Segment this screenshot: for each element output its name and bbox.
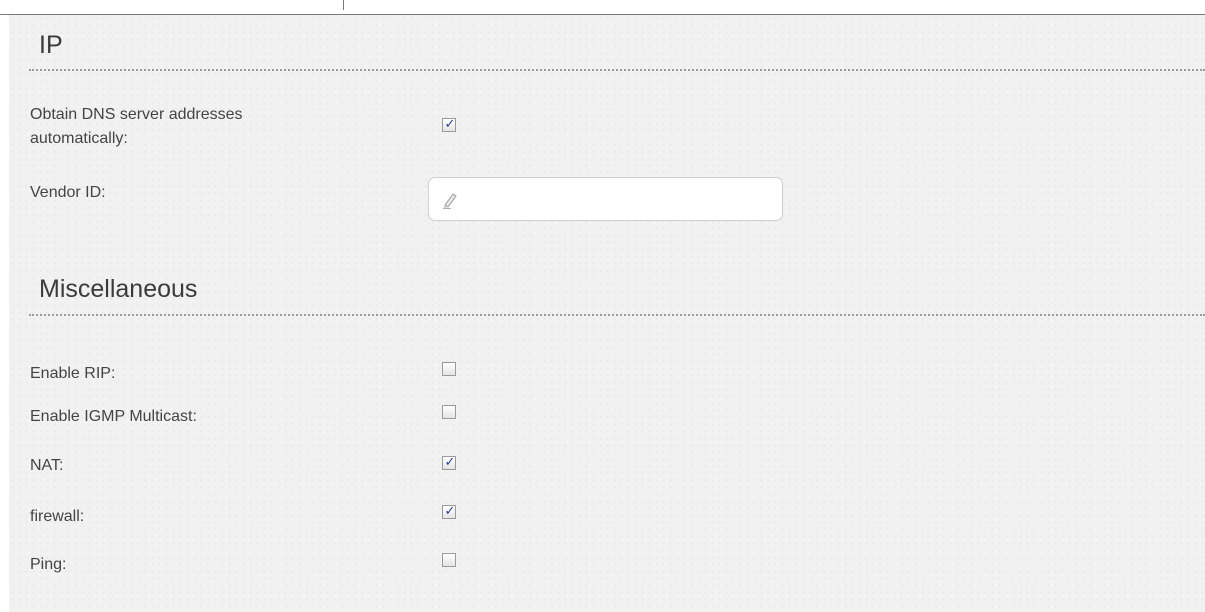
enable-rip-checkbox[interactable]	[442, 362, 456, 376]
vendor-id-input[interactable]	[428, 177, 783, 221]
dns-auto-checkbox[interactable]: ✓	[442, 117, 456, 132]
section-title-ip: IP	[39, 31, 63, 59]
vendor-id-label: Vendor ID:	[30, 184, 106, 201]
section-title-misc: Miscellaneous	[39, 275, 198, 303]
top-border	[0, 0, 1205, 15]
check-mark-icon: ✓	[444, 117, 456, 132]
enable-igmp-label: Enable IGMP Multicast:	[30, 408, 197, 425]
settings-panel: IP Obtain DNS server addresses automatic…	[9, 15, 1205, 612]
check-mark-icon: ✓	[444, 504, 456, 519]
firewall-checkbox[interactable]: ✓	[442, 504, 456, 519]
enable-igmp-checkbox[interactable]	[442, 405, 456, 419]
nat-checkbox[interactable]: ✓	[442, 455, 456, 470]
firewall-label: firewall:	[30, 508, 85, 525]
pencil-icon	[443, 193, 457, 209]
dns-auto-label-line2: automatically:	[30, 130, 128, 147]
section-separator-misc	[29, 314, 1205, 316]
enable-rip-label: Enable RIP:	[30, 365, 116, 382]
check-mark-icon: ✓	[444, 455, 456, 470]
nat-label: NAT:	[30, 457, 64, 474]
section-separator-ip	[29, 69, 1205, 71]
ping-checkbox[interactable]	[442, 553, 456, 567]
dns-auto-label-line1: Obtain DNS server addresses	[30, 106, 243, 123]
ping-label: Ping:	[30, 556, 67, 573]
dns-auto-label: Obtain DNS server addresses automaticall…	[30, 103, 243, 151]
top-divider-tick	[343, 0, 344, 10]
